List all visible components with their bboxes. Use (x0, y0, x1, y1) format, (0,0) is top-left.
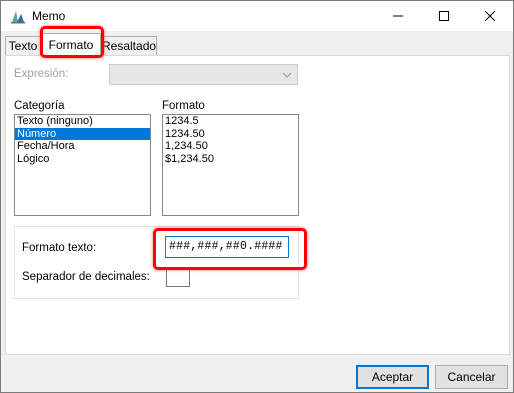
format-item[interactable]: 1234.5 (163, 115, 298, 128)
chevron-down-icon (282, 72, 292, 78)
minimize-icon (393, 15, 403, 17)
category-item-logico[interactable]: Lógico (15, 153, 150, 166)
format-label: Formato (162, 100, 205, 112)
expression-combobox[interactable] (109, 64, 298, 85)
title-bar[interactable]: Memo (1, 1, 513, 31)
chart-logo-icon (11, 11, 25, 24)
tab-formato[interactable]: Formato (41, 33, 101, 56)
cancel-button[interactable]: Cancelar (435, 365, 508, 389)
decimal-separator-input[interactable] (166, 267, 190, 287)
decimal-separator-label: Separador de decimales: (22, 271, 150, 283)
format-item[interactable]: 1234.50 (163, 128, 298, 141)
format-list[interactable]: 1234.5 1234.50 1,234.50 $1,234.50 (162, 114, 299, 216)
expression-label: Expresión: (14, 68, 69, 80)
format-text-input[interactable]: ###,###,##0.#### (165, 236, 289, 258)
close-button[interactable] (467, 1, 513, 31)
format-text-label: Formato texto: (22, 242, 97, 254)
format-item[interactable]: $1,234.50 (163, 153, 298, 166)
minimize-button[interactable] (375, 1, 421, 31)
category-item-fecha-hora[interactable]: Fecha/Hora (15, 140, 150, 153)
tab-resaltado[interactable]: Resaltado (101, 36, 157, 55)
category-item-texto[interactable]: Texto (ninguno) (15, 115, 150, 128)
format-item[interactable]: 1,234.50 (163, 140, 298, 153)
memo-dialog: Memo Texto Formato Resaltado Expresión: … (0, 0, 514, 393)
maximize-icon (439, 11, 449, 21)
ok-button[interactable]: Aceptar (356, 365, 429, 389)
close-icon (485, 11, 495, 21)
maximize-button[interactable] (421, 1, 467, 31)
category-list[interactable]: Texto (ninguno) Número Fecha/Hora Lógico (14, 114, 151, 216)
tab-texto[interactable]: Texto (5, 36, 41, 55)
category-label: Categoría (14, 100, 65, 112)
category-item-numero[interactable]: Número (15, 127, 150, 140)
window-title: Memo (32, 9, 66, 23)
